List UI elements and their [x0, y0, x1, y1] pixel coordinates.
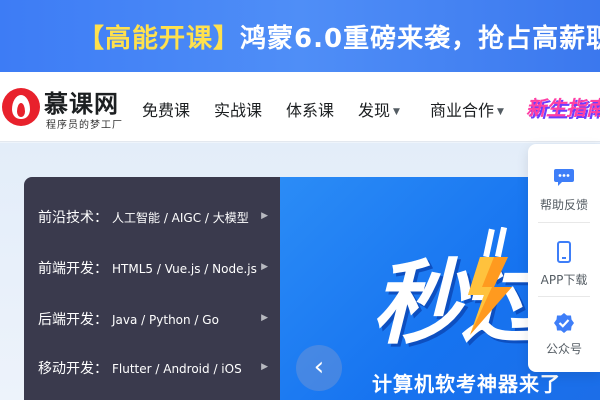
side-item-label: 公众号 — [545, 342, 582, 356]
category-title: 后端开发： — [38, 312, 108, 328]
nav-label: 实战课 — [214, 101, 263, 120]
promo-text[interactable]: 【高能开课】鸿蒙6.0重磅来袭，抢占高薪职 — [78, 18, 600, 55]
caret-down-icon: ▼ — [497, 106, 504, 117]
promo-banner[interactable]: 【高能开课】鸿蒙6.0重磅来袭，抢占高薪职 — [0, 0, 600, 72]
chat-icon — [554, 169, 574, 186]
promo-headline: 鸿蒙6.0重磅来袭，抢占高薪职 — [240, 24, 600, 54]
nav-item-free-courses[interactable]: 免费课 — [142, 97, 190, 121]
site-logo[interactable]: 慕课网 程序员的梦工厂 — [2, 84, 132, 131]
caret-down-icon: ▼ — [393, 106, 400, 117]
nav-label: 发现 — [358, 101, 391, 120]
carousel-prev-button[interactable]: ‹ — [296, 345, 342, 391]
divider — [538, 222, 590, 223]
nav-item-business[interactable]: 商业合作 ▼ — [430, 97, 504, 121]
chevron-right-icon: ▶ — [261, 313, 268, 323]
nav-label: 商业合作 — [430, 101, 495, 120]
logo-title: 慕课网 — [44, 90, 119, 118]
site-header: 慕课网 程序员的梦工厂 免费课 实战课 体系课 发现 ▼ 商业合作 ▼ 新生指南 — [0, 72, 600, 142]
side-tool-panel: 帮助反馈 APP下载 公众号 — [528, 144, 600, 372]
nav-label: 免费课 — [142, 101, 191, 120]
nav-item-discover[interactable]: 发现 ▼ — [358, 97, 400, 121]
category-item-frontier[interactable]: 前沿技术： 人工智能 / AIGC / 大模型 ▶ — [38, 207, 274, 231]
category-item-frontend[interactable]: 前端开发： HTML5 / Vue.js / Node.js ▶ — [38, 258, 274, 282]
category-links: Java / Python / Go — [112, 313, 219, 327]
flame-logo-icon — [2, 88, 40, 126]
chevron-left-icon: ‹ — [313, 352, 325, 382]
nav-label: 体系课 — [286, 101, 335, 120]
divider — [538, 296, 590, 297]
phone-icon — [557, 241, 571, 263]
help-feedback-button[interactable]: 帮助反馈 — [528, 154, 600, 226]
category-title: 移动开发： — [38, 361, 108, 377]
chevron-right-icon: ▶ — [261, 362, 268, 372]
nav-item-system-courses[interactable]: 体系课 — [286, 97, 334, 121]
category-links: 人工智能 / AIGC / 大模型 — [112, 211, 249, 225]
promo-tag: 【高能开课】 — [78, 24, 241, 54]
category-title: 前端开发： — [38, 261, 108, 277]
official-account-button[interactable]: 公众号 — [528, 302, 600, 374]
newcomer-guide-link[interactable]: 新生指南 — [526, 92, 600, 121]
category-links: HTML5 / Vue.js / Node.js — [112, 262, 257, 276]
chevron-right-icon: ▶ — [261, 262, 268, 272]
nav-item-practical-courses[interactable]: 实战课 — [214, 97, 262, 121]
category-item-mobile[interactable]: 移动开发： Flutter / Android / iOS ▶ — [38, 358, 274, 382]
lightning-bolt-icon — [468, 227, 512, 335]
side-item-label: APP下载 — [540, 273, 588, 287]
chevron-right-icon: ▶ — [261, 211, 268, 221]
category-menu: 前沿技术： 人工智能 / AIGC / 大模型 ▶ 前端开发： HTML5 / Vu… — [24, 177, 280, 400]
category-title: 前沿技术： — [38, 210, 108, 226]
verified-badge-icon — [554, 313, 574, 333]
category-links: Flutter / Android / iOS — [112, 362, 242, 376]
category-item-backend[interactable]: 后端开发： Java / Python / Go ▶ — [38, 309, 274, 333]
logo-subtitle: 程序员的梦工厂 — [46, 120, 123, 131]
app-download-button[interactable]: APP下载 — [528, 229, 600, 301]
side-item-label: 帮助反馈 — [539, 198, 588, 212]
